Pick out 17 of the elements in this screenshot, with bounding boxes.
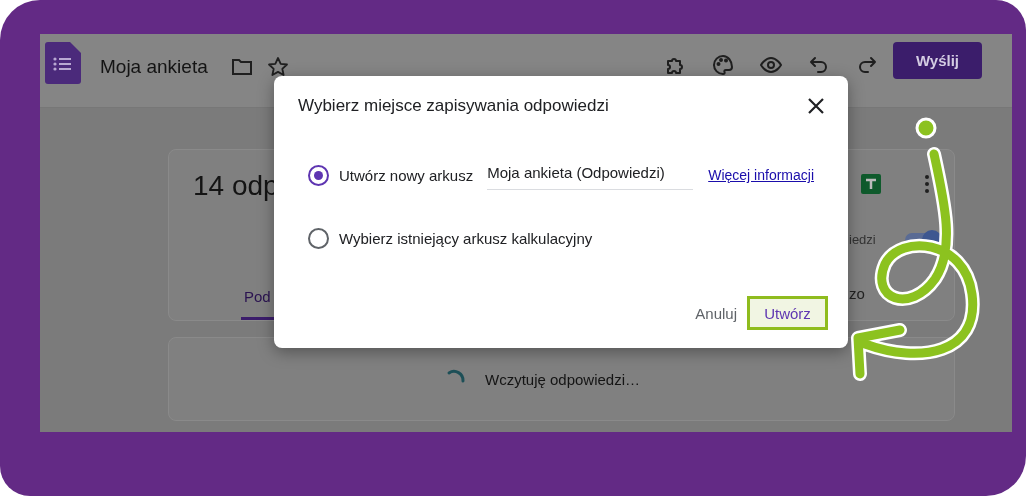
tab-label[interactable]: zo — [849, 285, 939, 302]
accepting-label: iedzi — [849, 232, 876, 247]
loading-text: Wczytuję odpowiedzi… — [484, 370, 641, 388]
sheets-icon[interactable] — [859, 172, 883, 196]
radio-button[interactable] — [308, 228, 329, 249]
palette-icon[interactable] — [711, 53, 735, 77]
star-icon[interactable] — [265, 55, 290, 79]
forms-logo-icon[interactable] — [45, 42, 81, 84]
option-label[interactable]: Wybierz istniejący arkusz kalkulacyjny — [339, 230, 593, 247]
more-info-link[interactable]: Więcej informacji — [708, 167, 814, 183]
radio-button[interactable] — [308, 164, 329, 186]
option-label[interactable]: Utwórz nowy arkusz — [339, 166, 474, 184]
form-title[interactable]: Moja ankieta — [100, 56, 208, 78]
dialog-title: Wybierz miejsce zapisywania odpowiedzi — [298, 96, 609, 116]
cancel-button[interactable]: Anuluj — [693, 298, 739, 328]
create-button[interactable]: Utwórz — [747, 296, 828, 330]
send-button[interactable]: Wyślij — [893, 42, 982, 79]
